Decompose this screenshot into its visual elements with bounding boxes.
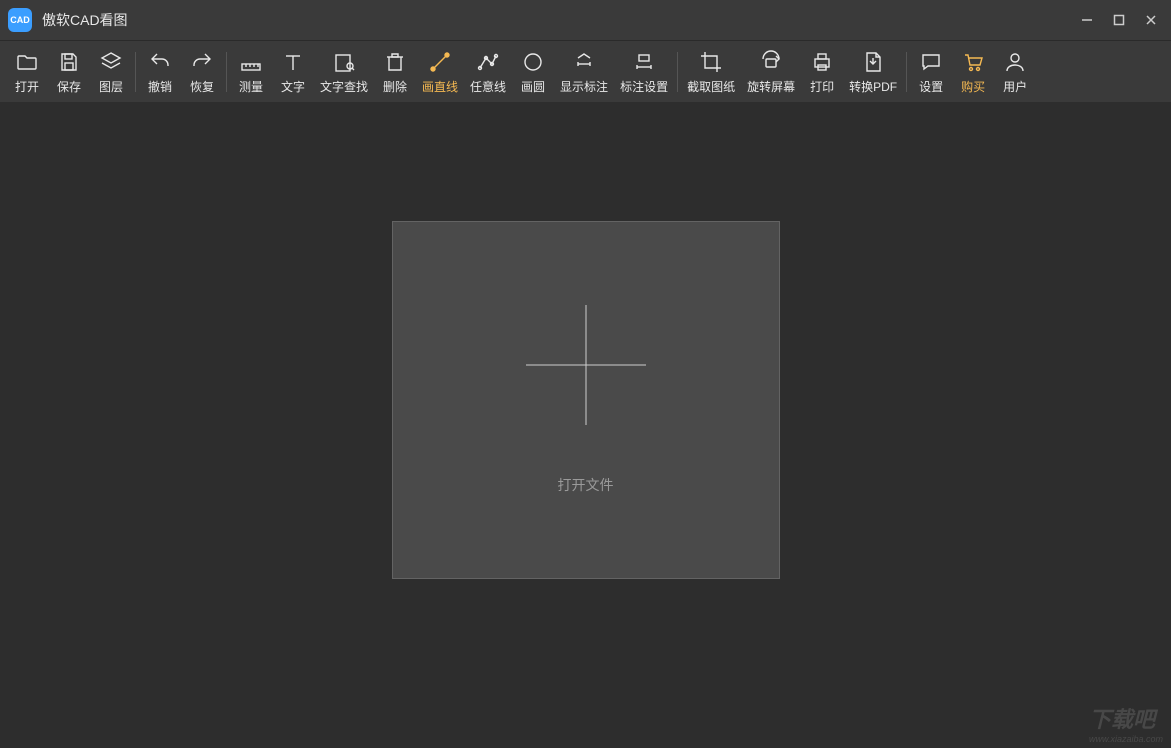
layers-button[interactable]: 图层: [90, 44, 132, 99]
measure-button[interactable]: 测量: [230, 44, 272, 99]
find-text-icon: [330, 48, 358, 76]
close-button[interactable]: [1139, 8, 1163, 32]
plus-icon: [526, 305, 646, 425]
tool-label: 文字: [281, 78, 305, 95]
print-icon: [808, 48, 836, 76]
tool-label: 旋转屏幕: [747, 78, 795, 95]
undo-button[interactable]: 撤销: [139, 44, 181, 99]
crop-icon: [697, 48, 725, 76]
open-button[interactable]: 打开: [6, 44, 48, 99]
tool-label: 用户: [1003, 78, 1027, 95]
titlebar: CAD 傲软CAD看图: [0, 0, 1171, 40]
tool-label: 测量: [239, 78, 263, 95]
draw-line-button[interactable]: 画直线: [416, 44, 464, 99]
separator: [135, 52, 136, 92]
tool-label: 显示标注: [560, 78, 608, 95]
app-title: 傲软CAD看图: [42, 10, 128, 30]
tool-label: 截取图纸: [687, 78, 735, 95]
crop-drawing-button[interactable]: 截取图纸: [681, 44, 741, 99]
annotation-settings-button[interactable]: 标注设置: [614, 44, 674, 99]
ruler-icon: [237, 48, 265, 76]
show-annotation-button[interactable]: 显示标注: [554, 44, 614, 99]
pdf-icon: [859, 48, 887, 76]
save-button[interactable]: 保存: [48, 44, 90, 99]
tool-label: 打印: [810, 78, 834, 95]
separator: [906, 52, 907, 92]
tool-label: 恢复: [190, 78, 214, 95]
maximize-button[interactable]: [1107, 8, 1131, 32]
polyline-icon: [474, 48, 502, 76]
delete-button[interactable]: 删除: [374, 44, 416, 99]
save-icon: [55, 48, 83, 76]
print-button[interactable]: 打印: [801, 44, 843, 99]
annotation-settings-icon: [630, 48, 658, 76]
tool-label: 画圆: [521, 78, 545, 95]
tool-label: 任意线: [470, 78, 506, 95]
annotation-show-icon: [570, 48, 598, 76]
find-text-button[interactable]: 文字查找: [314, 44, 374, 99]
tool-label: 画直线: [422, 78, 458, 95]
draw-circle-button[interactable]: 画圆: [512, 44, 554, 99]
minimize-button[interactable]: [1075, 8, 1099, 32]
rotate-icon: [757, 48, 785, 76]
tool-label: 文字查找: [320, 78, 368, 95]
tool-label: 保存: [57, 78, 81, 95]
open-file-dropzone[interactable]: 打开文件: [392, 221, 780, 579]
toolbar: 打开 保存 图层 撤销 恢复: [0, 40, 1171, 102]
tool-label: 转换PDF: [849, 78, 897, 95]
text-button[interactable]: 文字: [272, 44, 314, 99]
buy-button[interactable]: 购买: [952, 44, 994, 99]
tool-label: 购买: [961, 78, 985, 95]
open-file-label: 打开文件: [558, 475, 614, 495]
user-icon: [1001, 48, 1029, 76]
convert-pdf-button[interactable]: 转换PDF: [843, 44, 903, 99]
circle-icon: [519, 48, 547, 76]
redo-icon: [188, 48, 216, 76]
line-icon: [426, 48, 454, 76]
layers-icon: [97, 48, 125, 76]
chat-icon: [917, 48, 945, 76]
separator: [677, 52, 678, 92]
folder-open-icon: [13, 48, 41, 76]
redo-button[interactable]: 恢复: [181, 44, 223, 99]
text-icon: [279, 48, 307, 76]
undo-icon: [146, 48, 174, 76]
tool-label: 打开: [15, 78, 39, 95]
cart-icon: [959, 48, 987, 76]
trash-icon: [381, 48, 409, 76]
tool-label: 设置: [919, 78, 943, 95]
free-line-button[interactable]: 任意线: [464, 44, 512, 99]
canvas-area: 打开文件: [0, 102, 1171, 748]
app-logo-icon: CAD: [8, 8, 32, 32]
user-button[interactable]: 用户: [994, 44, 1036, 99]
separator: [226, 52, 227, 92]
tool-label: 标注设置: [620, 78, 668, 95]
tool-label: 图层: [99, 78, 123, 95]
window-controls: [1075, 8, 1163, 32]
settings-button[interactable]: 设置: [910, 44, 952, 99]
tool-label: 删除: [383, 78, 407, 95]
rotate-screen-button[interactable]: 旋转屏幕: [741, 44, 801, 99]
tool-label: 撤销: [148, 78, 172, 95]
